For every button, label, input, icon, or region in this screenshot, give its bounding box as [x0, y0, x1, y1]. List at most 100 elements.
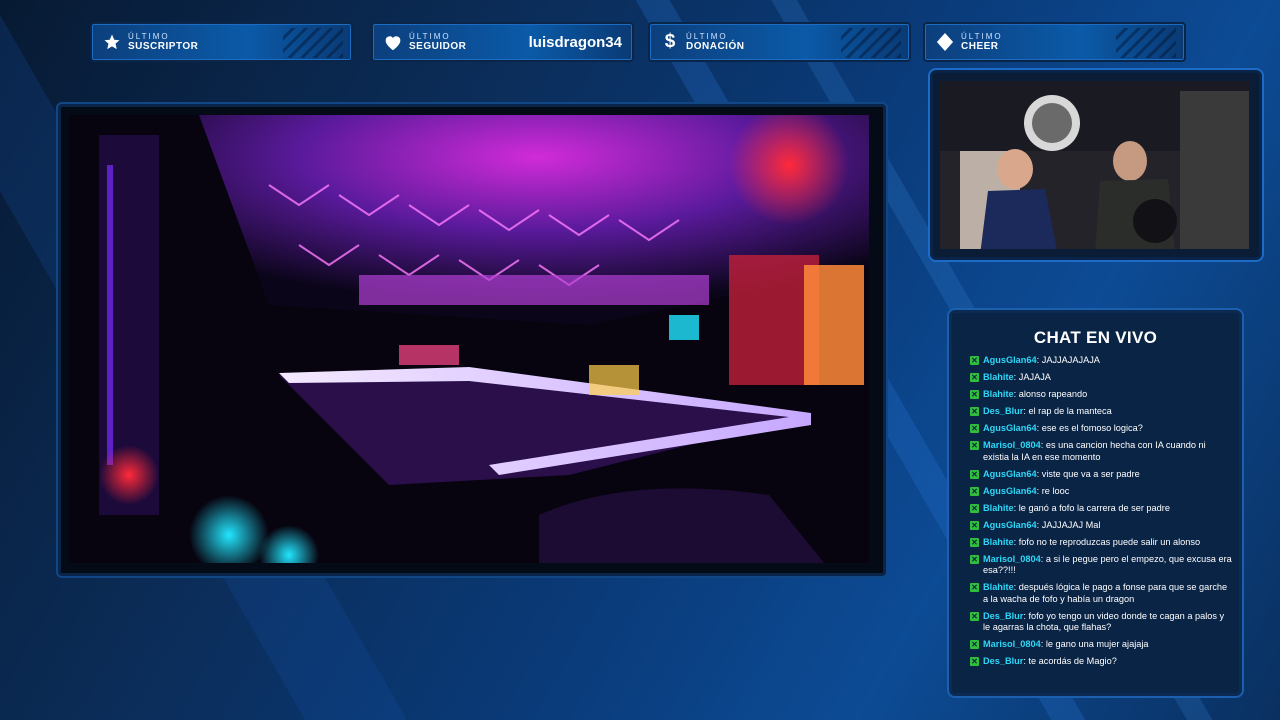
- dollar-icon: $: [664, 31, 676, 52]
- moderator-badge-icon: ✕: [970, 407, 979, 416]
- moderator-badge-icon: ✕: [970, 554, 979, 564]
- chat-message: ✕ Blahite: JAJAJA: [970, 372, 1232, 384]
- chat-message: ✕ Blahite: alonso rapeando: [970, 389, 1232, 401]
- last-follower-value: luisdragon34: [528, 33, 622, 51]
- chat-message: ✕ Des_Blur: fofo yo tengo un video donde …: [970, 611, 1232, 634]
- chat-message-list: ✕ AgusGlan64: JAJJAJAJAJA ✕ Blahite: JAJAJA…: [970, 355, 1232, 673]
- chat-message-body: AgusGlan64: JAJJAJAJ Mal: [983, 519, 1101, 530]
- chat-message-text: le gano una mujer ajajaja: [1045, 639, 1149, 649]
- last-subscriber-label: SUSCRIPTOR: [128, 41, 199, 52]
- last-donation-label: DONACIÓN: [686, 41, 745, 52]
- chat-message-body: Des_Blur: el rap de la manteca: [983, 406, 1112, 416]
- heart-icon: [383, 32, 403, 52]
- last-cheer-bar: ÚLTIMO CHEER: [923, 22, 1186, 62]
- chat-username[interactable]: AgusGlan64: [983, 423, 1037, 433]
- main-screen-scene: [69, 115, 869, 563]
- moderator-badge-icon: ✕: [970, 611, 979, 621]
- chat-message-body: AgusGlan64: viste que va a ser padre: [983, 468, 1140, 479]
- chat-username[interactable]: Blahite: [983, 503, 1014, 513]
- chat-message-text: te acordás de Magio?: [1028, 656, 1117, 666]
- last-subscriber-bar: ÚLTIMO SUSCRIPTOR: [90, 22, 353, 62]
- moderator-badge-icon: ✕: [970, 356, 979, 365]
- chat-message: ✕ Blahite: después lógica le pago a fonse…: [970, 582, 1232, 605]
- chat-message: ✕ AgusGlan64: re looc: [970, 486, 1232, 498]
- moderator-badge-icon: ✕: [970, 390, 979, 399]
- chat-message: ✕ Des_Blur: el rap de la manteca: [970, 406, 1232, 418]
- chat-username[interactable]: Des_Blur: [983, 611, 1023, 621]
- moderator-badge-icon: ✕: [970, 503, 979, 513]
- chat-username[interactable]: AgusGlan64: [983, 469, 1037, 479]
- chat-username[interactable]: AgusGlan64: [983, 520, 1037, 530]
- chat-username[interactable]: AgusGlan64: [983, 355, 1037, 365]
- chat-message-body: Marisol_0804: le gano una mujer ajajaja: [983, 639, 1149, 649]
- chat-message-body: Marisol_0804: es una cancion hecha con I…: [983, 440, 1206, 462]
- chat-message-body: AgusGlan64: ese es el fomoso logica?: [983, 423, 1143, 433]
- chat-message-text: le ganó a fofo la carrera de ser padre: [1018, 502, 1170, 513]
- last-cheer-label: CHEER: [961, 41, 999, 52]
- chat-username[interactable]: Marisol_0804: [983, 440, 1041, 450]
- chat-message: ✕ AgusGlan64: viste que va a ser padre: [970, 469, 1232, 481]
- chat-message-text: el rap de la manteca: [1028, 406, 1112, 416]
- chat-message-body: Blahite: después lógica le pago a fonse …: [983, 582, 1228, 604]
- moderator-badge-icon: ✕: [970, 469, 979, 479]
- moderator-badge-icon: ✕: [970, 441, 979, 450]
- chat-message-text: re looc: [1041, 485, 1070, 496]
- chat-username[interactable]: Marisol_0804: [983, 554, 1041, 564]
- chat-message-text: después lógica le pago a fonse para que …: [983, 582, 1228, 604]
- chat-message-text: JAJJAJAJ Mal: [1041, 519, 1101, 530]
- chat-message-text: JAJAJA: [1018, 372, 1051, 382]
- last-follower-bar: ÚLTIMO SEGUIDOR luisdragon34: [371, 22, 634, 62]
- chat-message: ✕ Marisol_0804: es una cancion hecha con …: [970, 440, 1232, 463]
- chat-message: ✕ Des_Blur: te acordás de Magio?: [970, 656, 1232, 668]
- chat-message-body: Des_Blur: te acordás de Magio?: [983, 656, 1117, 666]
- chat-message-body: Blahite: le ganó a fofo la carrera de se…: [983, 502, 1170, 513]
- chat-username[interactable]: Blahite: [983, 582, 1014, 592]
- chat-message: ✕ Marisol_0804: le gano una mujer ajajaja: [970, 639, 1232, 651]
- diamond-icon: [935, 32, 955, 52]
- star-icon: [102, 32, 122, 52]
- main-screen-frame: [58, 104, 886, 576]
- moderator-badge-icon: ✕: [970, 424, 979, 433]
- chat-message: ✕ AgusGlan64: JAJJAJAJAJA: [970, 355, 1232, 367]
- chat-message: ✕ Blahite: fofo no te reproduzcas puede s…: [970, 537, 1232, 549]
- chat-message-body: AgusGlan64: JAJJAJAJAJA: [983, 355, 1100, 365]
- last-donation-bar: $ ÚLTIMO DONACIÓN: [648, 22, 911, 62]
- moderator-badge-icon: ✕: [970, 520, 979, 530]
- chat-message-body: Blahite: fofo no te reproduzcas puede sa…: [983, 536, 1201, 547]
- moderator-badge-icon: ✕: [970, 373, 979, 382]
- moderator-badge-icon: ✕: [970, 486, 979, 496]
- live-chat-panel: CHAT EN VIVO ✕ AgusGlan64: JAJJAJAJAJA ✕ Bl…: [949, 310, 1242, 696]
- bar-decoration: [841, 28, 901, 58]
- chat-username[interactable]: AgusGlan64: [983, 486, 1037, 496]
- chat-message: ✕ AgusGlan64: ese es el fomoso logica?: [970, 423, 1232, 435]
- chat-message-text: fofo no te reproduzcas puede salir un al…: [1018, 536, 1201, 547]
- chat-username[interactable]: Marisol_0804: [983, 639, 1041, 649]
- chat-message-body: Blahite: JAJAJA: [983, 372, 1051, 382]
- chat-username[interactable]: Blahite: [983, 389, 1014, 399]
- moderator-badge-icon: ✕: [970, 583, 979, 592]
- chat-username[interactable]: Des_Blur: [983, 656, 1023, 666]
- chat-message: ✕ AgusGlan64: JAJJAJAJ Mal: [970, 520, 1232, 532]
- chat-username[interactable]: Blahite: [983, 537, 1014, 547]
- chat-message-body: AgusGlan64: re looc: [983, 485, 1070, 496]
- bar-decoration: [1116, 28, 1176, 58]
- moderator-badge-icon: ✕: [970, 657, 979, 666]
- chat-message-body: Des_Blur: fofo yo tengo un video donde t…: [983, 610, 1225, 633]
- chat-title: CHAT EN VIVO: [1033, 328, 1158, 347]
- chat-message-text: alonso rapeando: [1018, 389, 1088, 399]
- chat-message-text: viste que va a ser padre: [1041, 468, 1140, 479]
- last-follower-label: SEGUIDOR: [409, 41, 467, 52]
- chat-message: ✕ Blahite: le ganó a fofo la carrera de s…: [970, 503, 1232, 515]
- chat-message-text: JAJJAJAJAJA: [1041, 355, 1100, 365]
- chat-username[interactable]: Des_Blur: [983, 406, 1023, 416]
- chat-message-body: Marisol_0804: a si le pegue pero el empe…: [983, 553, 1232, 576]
- bar-decoration: [283, 28, 343, 58]
- chat-message: ✕ Marisol_0804: a si le pegue pero el emp…: [970, 554, 1232, 577]
- webcam-feed: [940, 81, 1249, 249]
- chat-message-body: Blahite: alonso rapeando: [983, 389, 1088, 399]
- webcam-frame: [930, 70, 1262, 260]
- chat-message-text: ese es el fomoso logica?: [1041, 423, 1143, 433]
- moderator-badge-icon: ✕: [970, 640, 979, 649]
- chat-username[interactable]: Blahite: [983, 372, 1014, 382]
- moderator-badge-icon: ✕: [970, 537, 979, 547]
